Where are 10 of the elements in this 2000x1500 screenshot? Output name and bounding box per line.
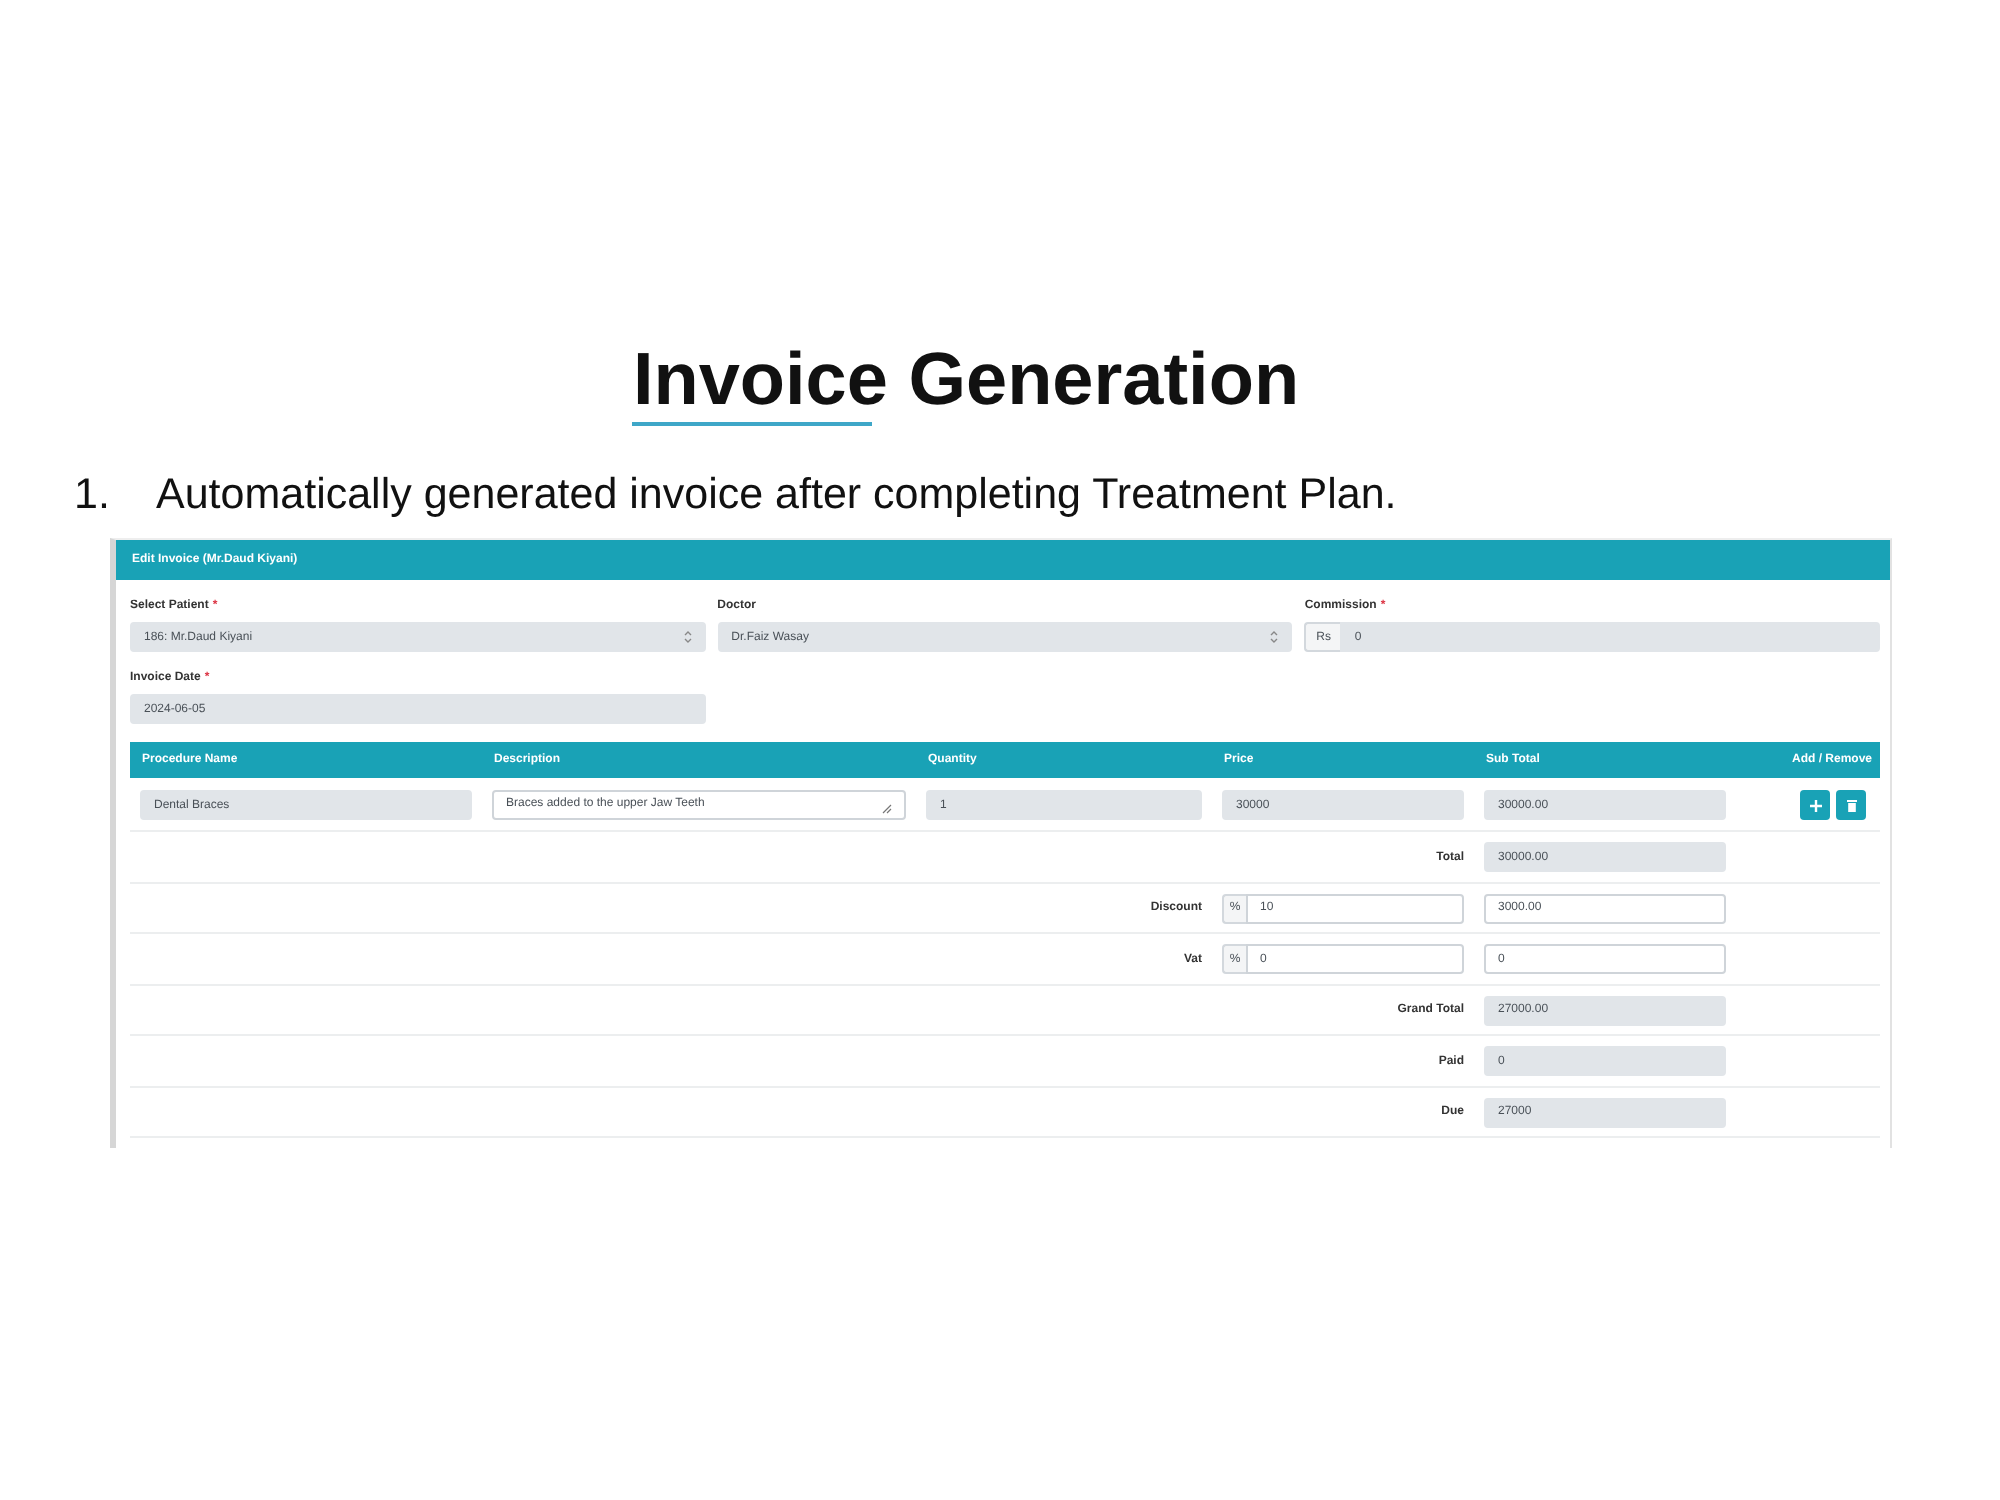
caret-icon	[683, 630, 692, 644]
caret-icon	[1270, 630, 1279, 644]
slide-title: Invoice Generation	[632, 338, 1300, 422]
plus-icon	[1809, 799, 1821, 811]
list-number: 1.	[72, 469, 112, 519]
list-text: Automatically generated invoice after completing Treatment Plan.	[156, 469, 1397, 519]
delete-button[interactable]	[1836, 790, 1866, 820]
resize-handle-icon	[882, 804, 892, 814]
trash-icon	[1845, 799, 1857, 811]
add-button[interactable]	[1800, 790, 1830, 820]
